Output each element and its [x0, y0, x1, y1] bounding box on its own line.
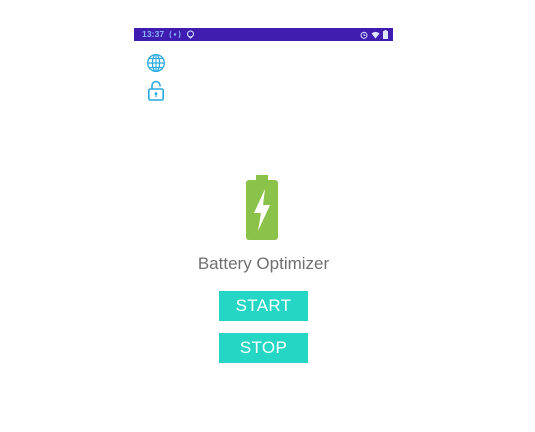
status-right — [360, 28, 388, 41]
app-title: Battery Optimizer — [197, 254, 330, 273]
stop-button[interactable]: STOP — [219, 333, 308, 363]
status-bar: 13:37 — [134, 28, 393, 41]
battery-charging-icon — [245, 175, 279, 241]
page: 13:37 Battery Optimizer START STOP — [0, 0, 535, 432]
status-left: 13:37 — [142, 28, 195, 41]
lock-icon[interactable] — [146, 80, 166, 101]
cloud-icon — [186, 28, 195, 41]
battery-icon — [383, 28, 388, 41]
wifi-hotspot-icon — [168, 28, 182, 41]
wifi-icon — [371, 28, 380, 41]
app-screen: 13:37 Battery Optimizer START STOP — [134, 28, 393, 432]
status-time: 13:37 — [142, 29, 165, 39]
start-button[interactable]: START — [219, 291, 308, 321]
globe-icon[interactable] — [146, 53, 166, 73]
alarm-icon — [360, 28, 368, 41]
